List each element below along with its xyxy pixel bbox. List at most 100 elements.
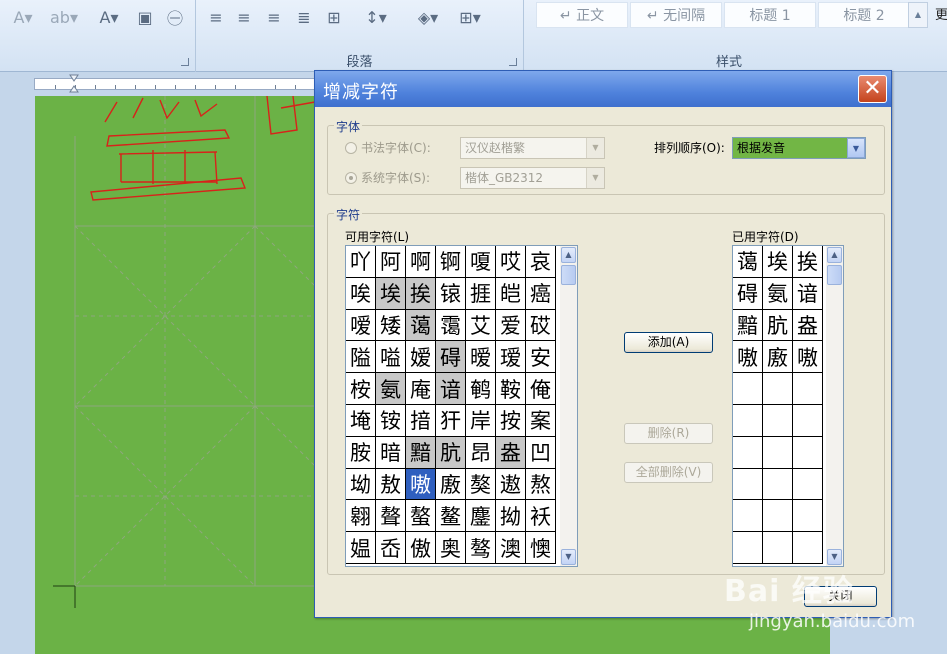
- used-char-cell[interactable]: [733, 436, 763, 469]
- used-char-cell[interactable]: [733, 500, 763, 533]
- chevron-down-icon[interactable]: ▼: [586, 138, 604, 158]
- available-char-cell[interactable]: 嗳: [346, 309, 376, 342]
- scroll-down-icon[interactable]: ▼: [561, 549, 576, 565]
- scroll-up-icon[interactable]: ▲: [827, 247, 842, 263]
- available-char-cell[interactable]: 锿: [436, 277, 466, 310]
- line-spacing-icon[interactable]: ↕▾: [358, 4, 394, 30]
- available-char-cell[interactable]: 按: [496, 404, 526, 437]
- available-char-cell[interactable]: 啊: [406, 246, 436, 278]
- available-char-cell[interactable]: 砹: [526, 309, 556, 342]
- change-styles-label[interactable]: 更: [935, 4, 947, 23]
- available-char-cell[interactable]: 揞: [406, 404, 436, 437]
- used-char-cell[interactable]: 蔼: [733, 246, 763, 278]
- available-char-cell[interactable]: 黯: [406, 436, 436, 469]
- available-char-cell[interactable]: 埯: [346, 404, 376, 437]
- used-char-cell[interactable]: 埃: [763, 246, 793, 278]
- system-font-radio[interactable]: 系统字体(S):: [345, 169, 430, 186]
- used-char-cell[interactable]: [733, 532, 763, 564]
- available-char-cell[interactable]: 嫒: [406, 341, 436, 374]
- used-char-cell[interactable]: [763, 532, 793, 564]
- used-chars-scrollbar[interactable]: ▲ ▼: [826, 246, 843, 566]
- available-char-cell[interactable]: 廒: [436, 468, 466, 501]
- used-char-cell[interactable]: 氨: [763, 277, 793, 310]
- available-char-cell[interactable]: 袄: [526, 500, 556, 533]
- available-char-cell[interactable]: 爱: [496, 309, 526, 342]
- available-chars-scrollbar[interactable]: ▲ ▼: [560, 246, 577, 566]
- available-char-cell[interactable]: 鹌: [466, 373, 496, 405]
- used-char-cell[interactable]: [763, 436, 793, 469]
- used-char-cell[interactable]: [733, 373, 763, 405]
- available-char-cell[interactable]: 暧: [466, 341, 496, 374]
- style-heading-1[interactable]: 标题 1: [724, 2, 816, 28]
- available-char-cell[interactable]: 盎: [496, 436, 526, 469]
- available-char-cell[interactable]: 铵: [376, 404, 406, 437]
- available-char-cell[interactable]: 案: [526, 404, 556, 437]
- used-char-cell[interactable]: [763, 500, 793, 533]
- available-char-cell[interactable]: 谙: [436, 373, 466, 405]
- available-char-cell[interactable]: 凹: [526, 436, 556, 469]
- font-dialog-launcher-icon[interactable]: [181, 58, 189, 66]
- available-chars-grid[interactable]: 吖阿啊锕嗄哎哀唉埃挨锿捱皑癌嗳矮蔼霭艾爱砹隘嗌嫒碍暧瑷安桉氨庵谙鹌鞍俺埯铵揞犴岸…: [346, 246, 556, 564]
- paragraph-dialog-launcher-icon[interactable]: [509, 58, 517, 66]
- indent-marker-icon[interactable]: [69, 74, 79, 94]
- style-heading-2[interactable]: 标题 2: [818, 2, 910, 28]
- available-char-cell[interactable]: 拗: [496, 500, 526, 533]
- style-normal[interactable]: ↵ 正文: [536, 2, 628, 28]
- scroll-thumb[interactable]: [827, 265, 842, 285]
- used-char-cell[interactable]: 碍: [733, 277, 763, 310]
- available-char-cell[interactable]: 俺: [526, 373, 556, 405]
- available-char-cell[interactable]: 捱: [466, 277, 496, 310]
- available-char-cell[interactable]: 懊: [526, 532, 556, 564]
- available-char-cell[interactable]: 霭: [436, 309, 466, 342]
- available-char-cell[interactable]: 坳: [346, 468, 376, 501]
- available-char-cell[interactable]: 熬: [526, 468, 556, 501]
- available-char-cell[interactable]: 鏖: [466, 500, 496, 533]
- available-char-cell[interactable]: 碍: [436, 341, 466, 374]
- scroll-down-icon[interactable]: ▼: [827, 549, 842, 565]
- scroll-thumb[interactable]: [561, 265, 576, 285]
- used-char-cell[interactable]: [763, 468, 793, 501]
- available-char-cell[interactable]: 暗: [376, 436, 406, 469]
- available-char-cell[interactable]: 敖: [376, 468, 406, 501]
- used-char-cell[interactable]: 嗷: [733, 341, 763, 374]
- borders-icon[interactable]: ⊞▾: [452, 4, 488, 30]
- chevron-down-icon[interactable]: ▼: [847, 138, 865, 158]
- available-char-cell[interactable]: 翱: [346, 500, 376, 533]
- available-char-cell[interactable]: 媪: [346, 532, 376, 564]
- available-char-cell[interactable]: 氨: [376, 373, 406, 405]
- used-char-cell[interactable]: [763, 373, 793, 405]
- available-char-cell[interactable]: 埃: [376, 277, 406, 310]
- justify-icon[interactable]: ≣: [292, 4, 316, 30]
- used-char-cell[interactable]: [763, 404, 793, 437]
- used-char-cell[interactable]: 廒: [763, 341, 793, 374]
- used-char-cell[interactable]: [793, 373, 823, 405]
- available-char-cell[interactable]: 哎: [496, 246, 526, 278]
- calligraphy-font-radio[interactable]: 书法字体(C):: [345, 139, 431, 156]
- available-char-cell[interactable]: 岙: [376, 532, 406, 564]
- font-color-icon[interactable]: A▾: [92, 4, 126, 30]
- available-char-cell[interactable]: 螯: [406, 500, 436, 533]
- align-center-icon[interactable]: ≡: [232, 4, 256, 30]
- distributed-icon[interactable]: ⊞: [322, 4, 346, 30]
- available-char-cell[interactable]: 瑷: [496, 341, 526, 374]
- used-char-cell[interactable]: [793, 404, 823, 437]
- calligraphy-font-select[interactable]: 汉仪赵楷繁 ▼: [460, 137, 605, 159]
- used-chars-list[interactable]: 蔼埃挨碍氨谙黯肮盎嗷廒嗷 ▲ ▼: [732, 245, 844, 567]
- available-char-cell[interactable]: 鳌: [436, 500, 466, 533]
- used-char-cell[interactable]: [793, 500, 823, 533]
- used-char-cell[interactable]: [793, 532, 823, 564]
- used-char-cell[interactable]: [793, 436, 823, 469]
- available-char-cell[interactable]: 隘: [346, 341, 376, 374]
- used-char-cell[interactable]: 肮: [763, 309, 793, 342]
- available-char-cell[interactable]: 岸: [466, 404, 496, 437]
- available-char-cell[interactable]: 桉: [346, 373, 376, 405]
- available-char-cell[interactable]: 遨: [496, 468, 526, 501]
- remove-button[interactable]: 删除(R): [624, 423, 713, 444]
- available-char-cell[interactable]: 庵: [406, 373, 436, 405]
- available-char-cell[interactable]: 嗄: [466, 246, 496, 278]
- available-char-cell[interactable]: 矮: [376, 309, 406, 342]
- available-char-cell[interactable]: 犴: [436, 404, 466, 437]
- available-char-cell[interactable]: 聱: [376, 500, 406, 533]
- available-char-cell[interactable]: 肮: [436, 436, 466, 469]
- available-char-cell[interactable]: 鞍: [496, 373, 526, 405]
